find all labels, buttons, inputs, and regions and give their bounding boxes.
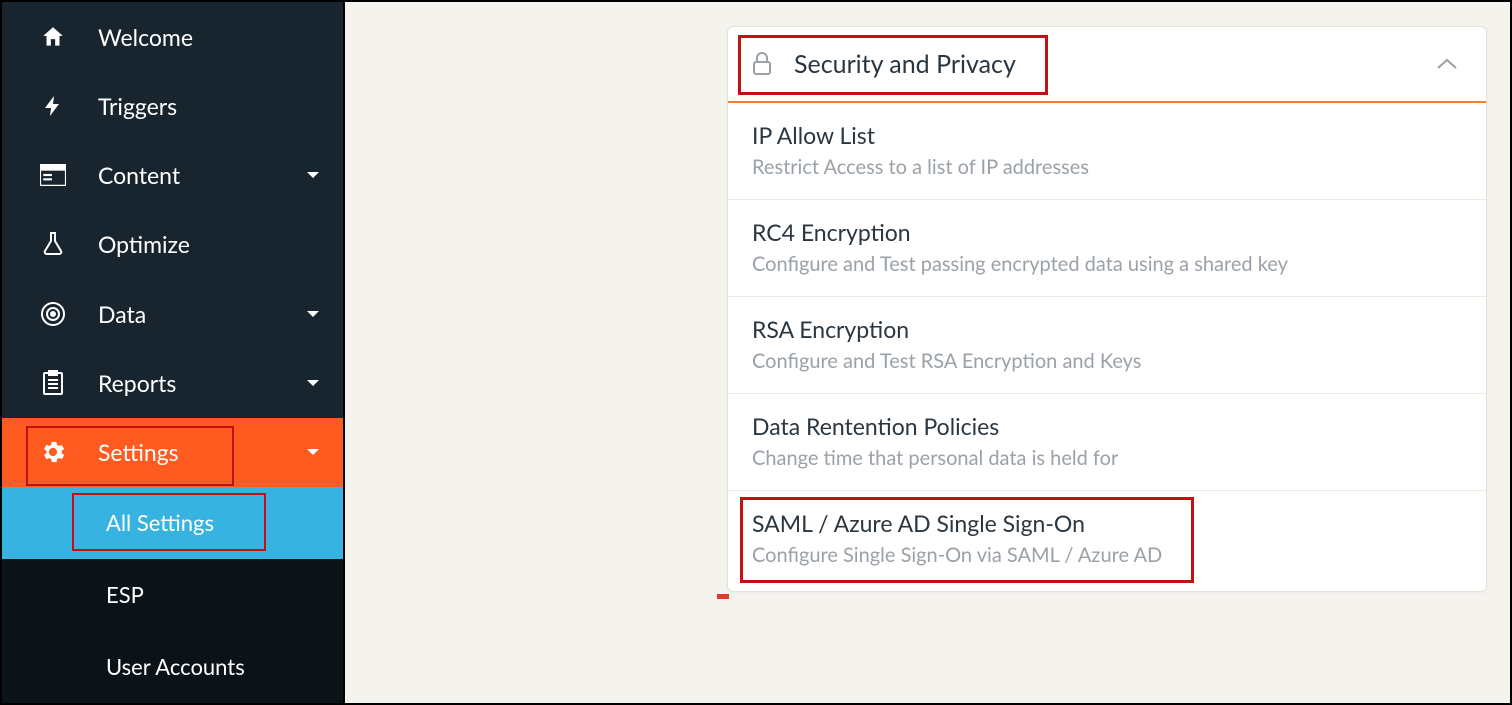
subnav-item-all-settings[interactable]: All Settings [2, 487, 343, 559]
sidebar-item-label: Data [98, 300, 307, 328]
panel-row-title: IP Allow List [752, 121, 1462, 149]
target-icon [38, 299, 68, 329]
security-privacy-panel: Security and Privacy IP Allow List Restr… [727, 26, 1487, 592]
sidebar-item-content[interactable]: Content [2, 141, 343, 210]
subnav-item-label: All Settings [106, 509, 214, 536]
caret-down-icon [307, 172, 319, 178]
panel-row-desc: Configure and Test RSA Encryption and Ke… [752, 349, 1462, 373]
panel-row-title: Data Rentention Policies [752, 412, 1462, 440]
sidebar-item-welcome[interactable]: Welcome [2, 2, 343, 71]
sidebar-item-label: Optimize [98, 230, 331, 258]
panel-row-desc: Configure and Test passing encrypted dat… [752, 252, 1462, 276]
panel-row-title: RC4 Encryption [752, 218, 1462, 246]
chevron-up-icon [1436, 57, 1458, 71]
panel-row-rc4-encryption[interactable]: RC4 Encryption Configure and Test passin… [728, 200, 1486, 297]
sidebar-item-optimize[interactable]: Optimize [2, 210, 343, 279]
caret-down-icon [307, 311, 319, 317]
subnav-item-esp[interactable]: ESP [2, 559, 343, 631]
panel-row-desc: Change time that personal data is held f… [752, 446, 1462, 470]
panel-row-desc: Configure Single Sign-On via SAML / Azur… [752, 543, 1462, 567]
panel-row-desc: Restrict Access to a list of IP addresse… [752, 155, 1462, 179]
gear-icon [38, 437, 68, 467]
sidebar-item-label: Reports [98, 369, 307, 397]
layout-icon [38, 160, 68, 190]
red-mark-icon [717, 594, 729, 599]
sidebar-item-label: Content [98, 161, 307, 189]
sidebar-item-label: Triggers [98, 92, 331, 120]
subnav-item-user-accounts[interactable]: User Accounts [2, 631, 343, 703]
sidebar-item-triggers[interactable]: Triggers [2, 71, 343, 140]
content-area: Security and Privacy IP Allow List Restr… [345, 2, 1510, 703]
panel-row-ip-allow-list[interactable]: IP Allow List Restrict Access to a list … [728, 103, 1486, 200]
lock-icon [748, 50, 776, 78]
panel-row-saml-sso[interactable]: SAML / Azure AD Single Sign-On Configure… [728, 491, 1486, 591]
bolt-icon [38, 91, 68, 121]
sidebar-item-reports[interactable]: Reports [2, 348, 343, 417]
sidebar-item-label: Welcome [98, 23, 331, 51]
home-icon [38, 22, 68, 52]
caret-down-icon [307, 449, 319, 455]
settings-subnav: All Settings ESP User Accounts [2, 487, 343, 703]
flask-icon [38, 229, 68, 259]
panel-header-title: Security and Privacy [794, 49, 1016, 79]
sidebar: Welcome Triggers Content Optimize Data R… [2, 2, 345, 703]
panel-row-rsa-encryption[interactable]: RSA Encryption Configure and Test RSA En… [728, 297, 1486, 394]
caret-down-icon [307, 380, 319, 386]
panel-row-data-retention[interactable]: Data Rentention Policies Change time tha… [728, 394, 1486, 491]
sidebar-item-label: Settings [98, 438, 307, 466]
panel-row-title: RSA Encryption [752, 315, 1462, 343]
subnav-item-label: User Accounts [106, 653, 245, 680]
subnav-item-label: ESP [106, 581, 144, 608]
panel-header-security-privacy[interactable]: Security and Privacy [728, 27, 1486, 103]
panel-row-title: SAML / Azure AD Single Sign-On [752, 509, 1462, 537]
clipboard-icon [38, 368, 68, 398]
sidebar-item-settings[interactable]: Settings [2, 418, 343, 487]
sidebar-item-data[interactable]: Data [2, 279, 343, 348]
